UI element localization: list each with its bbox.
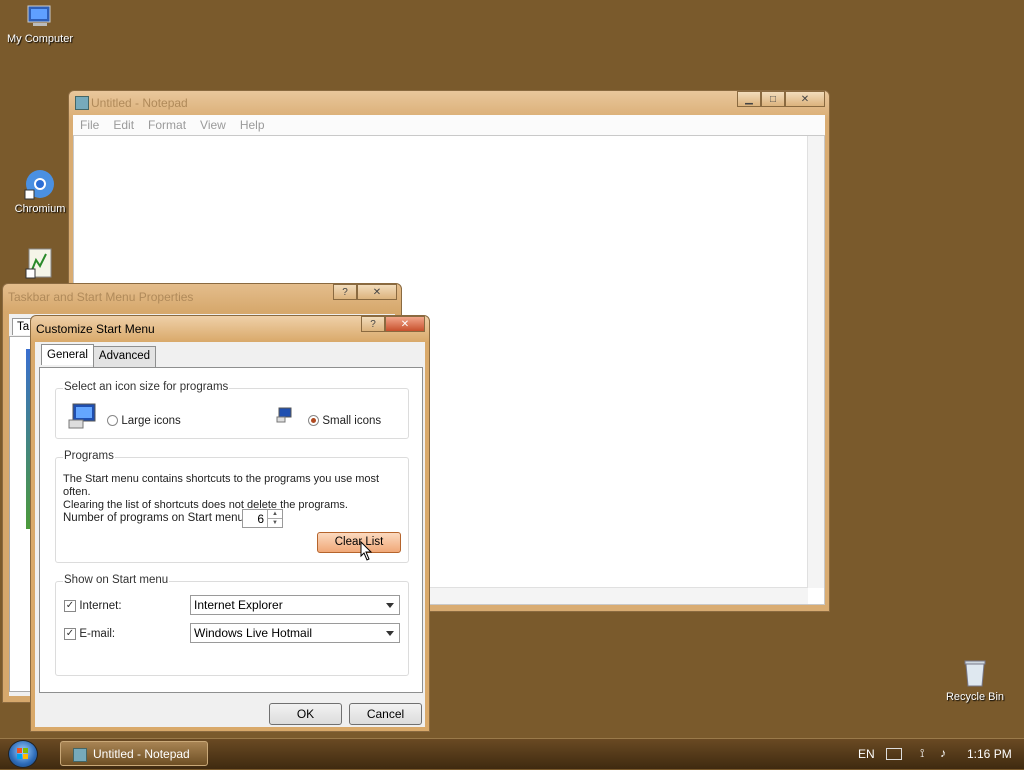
small-icons-radio[interactable] xyxy=(308,415,319,427)
chevron-down-icon xyxy=(386,631,394,636)
volume-icon[interactable]: ♪ xyxy=(940,746,946,760)
chart-document-icon xyxy=(25,248,55,280)
chromium-icon xyxy=(24,168,56,200)
programs-group: Programs The Start menu contains shortcu… xyxy=(55,450,409,564)
email-label: E-mail: xyxy=(79,628,116,640)
computer-icon xyxy=(25,4,55,30)
tab-general[interactable]: General xyxy=(41,344,94,365)
menu-help[interactable]: Help xyxy=(233,118,272,132)
internet-option[interactable]: ✓ Internet: xyxy=(64,598,122,612)
network-icon[interactable]: ⟟ xyxy=(920,746,924,761)
email-option[interactable]: ✓ E-mail: xyxy=(64,626,115,640)
menu-view[interactable]: View xyxy=(193,118,233,132)
help-button[interactable]: ? xyxy=(333,284,357,300)
small-monitor-icon xyxy=(276,407,294,426)
large-icons-label: Large icons xyxy=(121,415,181,427)
internet-select[interactable]: Internet Explorer xyxy=(190,595,400,615)
program-count-spinner[interactable]: 6 ▲ ▼ xyxy=(242,509,283,528)
ok-button[interactable]: OK xyxy=(269,703,342,725)
taskbar-properties-caption-buttons: ? ✕ xyxy=(333,284,397,300)
vertical-scrollbar[interactable] xyxy=(807,136,824,588)
dialog-body: General Advanced Select an icon size for… xyxy=(35,342,425,727)
program-count-value: 6 xyxy=(257,512,264,526)
notepad-caption-buttons: ▁ □ ✕ xyxy=(737,91,825,107)
email-select[interactable]: Windows Live Hotmail xyxy=(190,623,400,643)
programs-description-line2: Clearing the list of shortcuts does not … xyxy=(63,499,348,511)
help-button[interactable]: ? xyxy=(361,316,385,332)
programs-description-line1: The Start menu contains shortcuts to the… xyxy=(63,473,380,498)
recycle-bin-desktop-icon[interactable]: Recycle Bin xyxy=(935,658,1015,703)
large-icons-option[interactable]: Large icons xyxy=(107,413,181,427)
clear-list-button[interactable]: Clear List xyxy=(317,532,401,553)
close-button[interactable]: ✕ xyxy=(785,91,825,107)
programs-description: The Start menu contains shortcuts to the… xyxy=(63,473,408,512)
taskbar-notepad-button[interactable]: Untitled - Notepad xyxy=(60,741,208,766)
show-group-title: Show on Start menu xyxy=(63,574,170,586)
internet-select-value: Internet Explorer xyxy=(194,598,283,612)
spin-down-button[interactable]: ▼ xyxy=(267,519,282,527)
dialog-caption-buttons: ? ✕ xyxy=(361,316,425,332)
tab-strip: General Advanced xyxy=(41,344,157,367)
icon-size-group: Select an icon size for programs Large i… xyxy=(55,381,409,439)
notepad-icon xyxy=(75,96,89,110)
taskbar-notepad-label: Untitled - Notepad xyxy=(93,747,190,761)
email-checkbox[interactable]: ✓ xyxy=(64,627,76,640)
icon-size-group-title: Select an icon size for programs xyxy=(63,381,230,393)
large-icons-radio[interactable] xyxy=(107,415,118,427)
email-select-value: Windows Live Hotmail xyxy=(194,626,313,640)
menu-file[interactable]: File xyxy=(73,118,106,132)
small-icons-label: Small icons xyxy=(322,415,382,427)
start-button[interactable] xyxy=(8,740,38,768)
dialog-title: Customize Start Menu xyxy=(36,322,155,336)
notepad-icon xyxy=(73,748,87,762)
chevron-down-icon xyxy=(386,603,394,608)
cancel-button[interactable]: Cancel xyxy=(349,703,422,725)
close-button[interactable]: ✕ xyxy=(385,316,425,332)
menu-edit[interactable]: Edit xyxy=(106,118,141,132)
mouse-cursor-icon xyxy=(360,540,374,564)
language-indicator[interactable]: EN xyxy=(858,747,875,761)
program-count-label: Number of programs on Start menu: xyxy=(63,512,248,524)
show-on-start-menu-group: Show on Start menu ✓ Internet: Internet … xyxy=(55,574,409,676)
desktop-icon-label: Recycle Bin xyxy=(945,691,1005,703)
taskbar-properties-title: Taskbar and Start Menu Properties xyxy=(8,290,194,304)
large-monitor-icon xyxy=(68,402,100,433)
maximize-button[interactable]: □ xyxy=(761,91,785,107)
internet-label: Internet: xyxy=(79,600,122,612)
programs-group-title: Programs xyxy=(63,450,115,462)
notepad-menubar: File Edit Format View Help xyxy=(73,115,825,135)
minimize-button[interactable]: ▁ xyxy=(737,91,761,107)
spin-up-button[interactable]: ▲ xyxy=(267,510,282,519)
menu-format[interactable]: Format xyxy=(141,118,193,132)
customize-start-menu-dialog[interactable]: Customize Start Menu ? ✕ General Advance… xyxy=(30,315,430,732)
keyboard-icon[interactable] xyxy=(886,748,902,760)
small-icons-option[interactable]: Small icons xyxy=(308,413,381,427)
windows-logo-icon xyxy=(17,748,28,759)
desktop-icon-label: My Computer xyxy=(6,33,74,45)
tab-advanced[interactable]: Advanced xyxy=(92,346,157,367)
recycle-bin-icon xyxy=(963,658,987,688)
notepad-title: Untitled - Notepad xyxy=(91,96,188,110)
my-computer-desktop-icon[interactable]: My Computer xyxy=(0,4,80,45)
clock[interactable]: 1:16 PM xyxy=(967,747,1012,761)
taskbar: Untitled - Notepad EN ⟟ ♪ 1:16 PM xyxy=(0,738,1024,769)
general-tab-panel: Select an icon size for programs Large i… xyxy=(39,367,423,693)
close-button[interactable]: ✕ xyxy=(357,284,397,300)
internet-checkbox[interactable]: ✓ xyxy=(64,599,76,612)
